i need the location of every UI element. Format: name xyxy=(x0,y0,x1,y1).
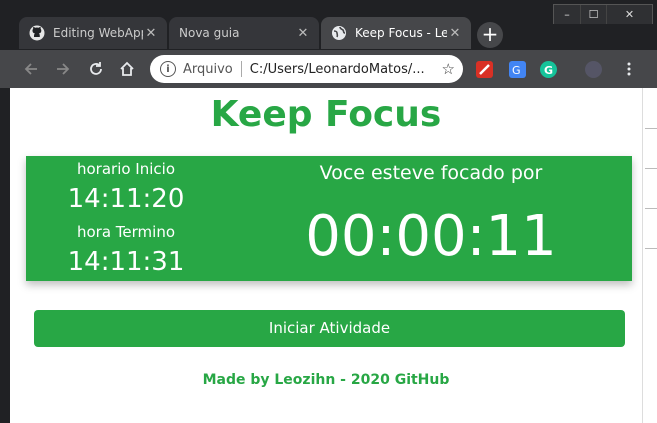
gutter-mark xyxy=(645,128,657,129)
page-title: Keep Focus xyxy=(210,94,442,135)
divider xyxy=(240,61,242,77)
close-tab-icon[interactable]: ✕ xyxy=(295,26,311,41)
tab-title: Editing WebApp xyxy=(53,26,143,40)
svg-text:G: G xyxy=(512,64,521,77)
info-icon[interactable]: i xyxy=(160,61,176,77)
footer-credit[interactable]: Made by Leozihn - 2020 GitHub xyxy=(10,372,642,388)
tab-title: Nova guia xyxy=(179,26,240,40)
end-time-label: hora Termino xyxy=(76,223,176,241)
bookmark-extension-icon[interactable] xyxy=(476,61,493,78)
tab-nova-guia[interactable]: Nova guia ✕ xyxy=(169,17,319,49)
focus-duration-timer: 00:00:11 xyxy=(305,204,557,269)
grammarly-icon[interactable]: G xyxy=(540,61,557,78)
focus-duration-label: Voce esteve focado por xyxy=(319,162,543,184)
gutter-mark xyxy=(645,248,657,249)
minimize-button[interactable]: – xyxy=(554,5,580,24)
reload-icon[interactable] xyxy=(85,58,107,80)
browser-window: – ☐ ✕ Editing WebApp ✕ Nova guia ✕ Keep … xyxy=(0,0,657,423)
gutter-mark xyxy=(645,208,657,209)
window-controls: – ☐ ✕ xyxy=(553,4,653,24)
maximize-button[interactable]: ☐ xyxy=(580,5,606,24)
home-icon[interactable] xyxy=(116,58,138,80)
new-tab-button[interactable]: + xyxy=(477,22,503,48)
scheme-label: Arquivo xyxy=(183,61,233,77)
gutter-mark xyxy=(645,168,657,169)
tab-editing-webapp[interactable]: Editing WebApp ✕ xyxy=(19,17,167,49)
page-content: Keep Focus horario Inicio 14:11:20 hora … xyxy=(10,88,642,423)
back-icon[interactable] xyxy=(20,58,42,80)
end-time-value: 14:11:31 xyxy=(67,247,185,277)
start-time-label: horario Inicio xyxy=(76,160,175,178)
globe-icon xyxy=(331,25,347,41)
browser-toolbar: i Arquivo C:/Users/LeonardoMatos/... ☆ G… xyxy=(0,50,657,88)
start-time-value: 14:11:20 xyxy=(67,184,185,214)
profile-avatar-icon[interactable] xyxy=(585,61,602,78)
github-icon xyxy=(29,25,45,41)
close-window-button[interactable]: ✕ xyxy=(606,5,652,24)
tab-title: Keep Focus - Le xyxy=(355,26,447,40)
title-bar: – ☐ ✕ Editing WebApp ✕ Nova guia ✕ Keep … xyxy=(0,0,657,50)
bookmark-star-icon[interactable]: ☆ xyxy=(442,60,455,78)
url-text: C:/Users/LeonardoMatos/... xyxy=(249,61,425,77)
forward-icon[interactable] xyxy=(52,58,74,80)
page-gutter xyxy=(642,88,657,423)
address-bar[interactable]: i Arquivo C:/Users/LeonardoMatos/... ☆ xyxy=(150,55,463,83)
timer-panel: horario Inicio 14:11:20 hora Termino 14:… xyxy=(26,156,632,281)
svg-text:G: G xyxy=(544,64,553,77)
close-tab-icon[interactable]: ✕ xyxy=(447,26,463,41)
start-activity-button[interactable]: Iniciar Atividade xyxy=(34,310,625,347)
tab-keep-focus[interactable]: Keep Focus - Le ✕ xyxy=(321,17,471,49)
google-translate-icon[interactable]: G xyxy=(509,61,526,78)
menu-icon[interactable] xyxy=(618,58,640,80)
close-tab-icon[interactable]: ✕ xyxy=(143,26,159,41)
